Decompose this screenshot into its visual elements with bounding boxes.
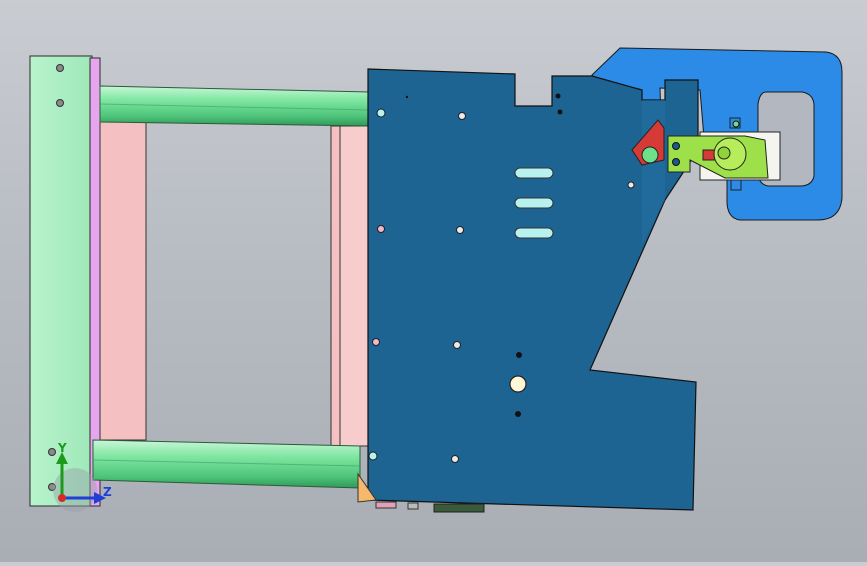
triad-z-label: Z [103, 485, 112, 499]
plate-hole [376, 108, 386, 118]
center-hole [509, 375, 527, 393]
clamp-screw [732, 120, 740, 128]
plate-hole [516, 352, 522, 358]
triad-y-label: Y [58, 441, 67, 455]
left-side-post[interactable] [29, 55, 101, 507]
plate-hole [368, 451, 378, 461]
clamp-pin-core [717, 146, 731, 160]
post-hole [56, 64, 64, 72]
plate-hole [377, 225, 385, 233]
plate-hole [453, 341, 461, 349]
plate-hole [555, 93, 561, 99]
post-hole [48, 448, 56, 456]
bottom-guide-rod[interactable] [92, 439, 361, 489]
cad-viewport[interactable]: Y Z [0, 0, 867, 562]
slot [514, 227, 554, 239]
plate-hole [557, 109, 563, 115]
lever-pivot [641, 146, 659, 164]
plate-hole [372, 338, 380, 346]
plate-hole [458, 112, 466, 120]
plate-hole [405, 95, 409, 99]
plate-hole [515, 411, 521, 417]
triad-origin [58, 494, 66, 502]
pink-plates[interactable] [99, 121, 370, 447]
plate-hole [456, 226, 464, 234]
clamp-bolt [672, 142, 680, 150]
clamp-bolt [672, 158, 680, 166]
plate-hole [627, 181, 635, 189]
post-hole [56, 99, 64, 107]
slot [514, 167, 554, 179]
top-guide-rod[interactable] [99, 85, 370, 127]
slot [514, 197, 554, 209]
plate-hole [451, 455, 459, 463]
bottom-hardware [375, 501, 485, 513]
